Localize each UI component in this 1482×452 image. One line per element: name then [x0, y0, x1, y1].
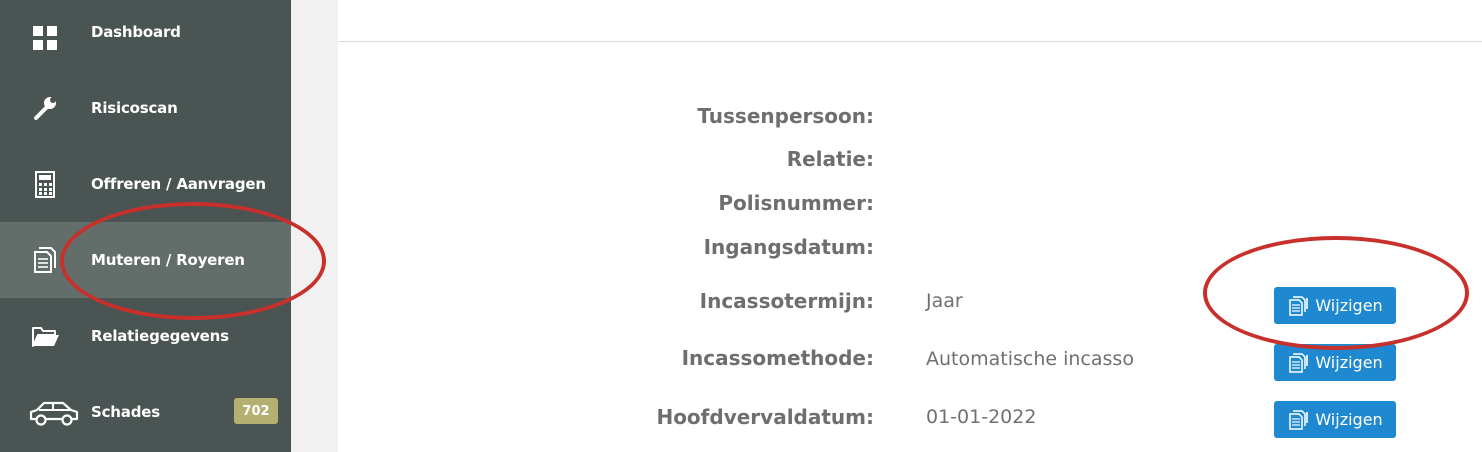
sidebar-item-muteren[interactable]: Muteren / Royeren	[0, 222, 291, 298]
edit-documents-icon	[1287, 352, 1309, 374]
car-icon	[26, 395, 82, 429]
sidebar-item-dashboard[interactable]: Dashboard	[0, 0, 291, 76]
edit-documents-icon	[1287, 409, 1309, 431]
gutter	[291, 0, 338, 452]
sidebar-item-label: Schades	[91, 403, 160, 421]
divider	[338, 41, 1482, 42]
sidebar-item-label: Muteren / Royeren	[91, 251, 245, 269]
sidebar-item-schades[interactable]: Schades 702	[0, 374, 291, 450]
ingangsdatum-label: Ingangsdatum:	[703, 235, 874, 259]
sidebar-item-label: Risicoscan	[91, 99, 178, 117]
edit-button-label: Wijzigen	[1315, 353, 1383, 372]
edit-button-label: Wijzigen	[1315, 296, 1383, 315]
edit-documents-icon	[1287, 295, 1309, 317]
incassotermijn-value: Jaar	[926, 290, 963, 312]
folder-icon	[28, 319, 62, 353]
incassomethode-label: Incassomethode:	[681, 346, 874, 370]
incassomethode-value: Automatische incasso	[926, 348, 1134, 370]
hoofdvervaldatum-label: Hoofdvervaldatum:	[656, 405, 874, 429]
hoofdvervaldatum-value: 01-01-2022	[926, 406, 1037, 428]
sidebar-item-risicoscan[interactable]: Risicoscan	[0, 70, 291, 146]
sidebar-item-label: Dashboard	[91, 23, 181, 41]
sidebar-item-label: Relatiegegevens	[91, 327, 229, 345]
wrench-icon	[28, 91, 62, 125]
tussenpersoon-label: Tussenpersoon:	[697, 104, 874, 128]
polisnummer-label: Polisnummer:	[718, 191, 874, 215]
edit-incassotermijn-button[interactable]: Wijzigen	[1274, 287, 1396, 324]
edit-hoofdvervaldatum-button[interactable]: Wijzigen	[1274, 401, 1396, 438]
relatie-label: Relatie:	[786, 147, 874, 171]
incassotermijn-label: Incassotermijn:	[699, 289, 874, 313]
calculator-icon	[28, 167, 62, 201]
sidebar-item-offreren[interactable]: Offreren / Aanvragen	[0, 146, 291, 222]
sidebar: Dashboard Risicoscan Offreren / Aanvrage…	[0, 0, 291, 452]
sidebar-item-label: Offreren / Aanvragen	[91, 175, 266, 193]
edit-incassomethode-button[interactable]: Wijzigen	[1274, 344, 1396, 381]
dashboard-icon	[28, 21, 62, 55]
sidebar-item-relatiegegevens[interactable]: Relatiegegevens	[0, 298, 291, 374]
main-content: Tussenpersoon: Relatie: Polisnummer: Ing…	[338, 0, 1482, 452]
count-badge: 702	[234, 398, 278, 424]
edit-button-label: Wijzigen	[1315, 410, 1383, 429]
documents-icon	[28, 243, 62, 277]
